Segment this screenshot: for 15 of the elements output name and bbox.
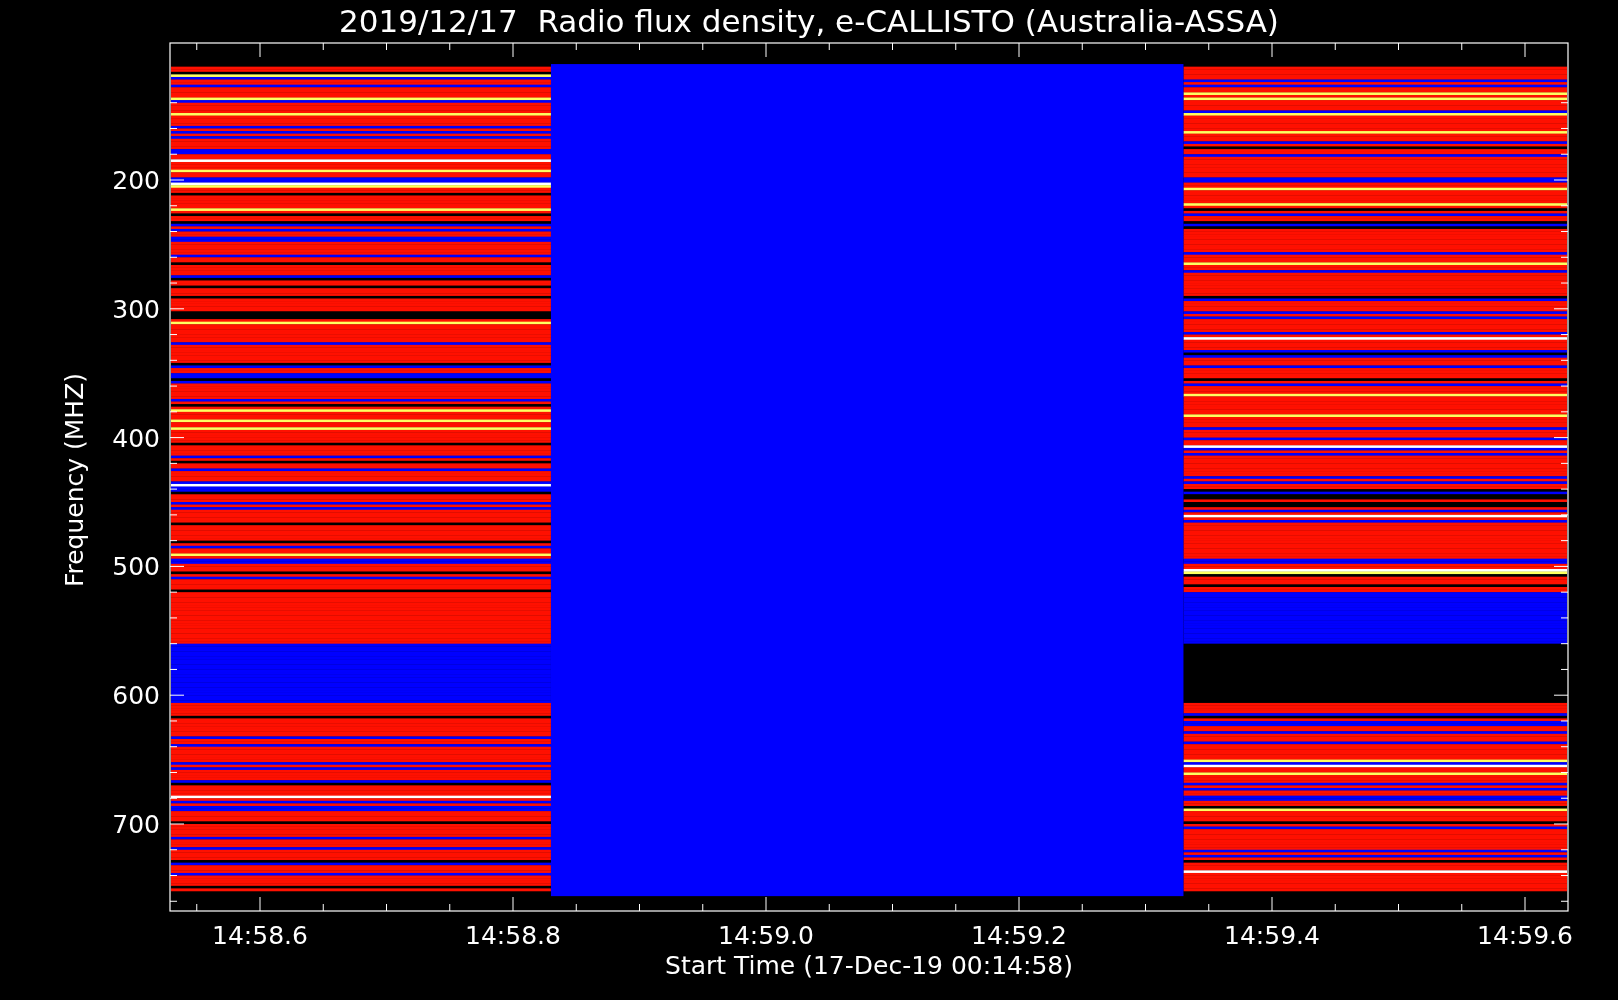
x-tick-label: 14:58.6 (212, 921, 308, 950)
y-tick-label: 400 (112, 423, 160, 453)
x-axis-label: Start Time (17-Dec-19 00:14:58) (665, 951, 1073, 980)
y-tick-label: 300 (112, 294, 160, 324)
x-tick-label: 14:58.8 (465, 921, 561, 950)
x-tick-label: 14:59.0 (718, 921, 814, 950)
y-tick-label: 700 (112, 810, 160, 839)
x-tick-label: 14:59.4 (1224, 921, 1320, 950)
x-tick-label: 14:59.2 (971, 921, 1067, 950)
x-tick-label: 14:59.6 (1477, 921, 1573, 950)
y-tick-label: 600 (112, 681, 160, 711)
y-tick-label: 500 (112, 552, 160, 582)
y-axis-label: Frequency (MHZ) (60, 372, 89, 588)
chart-title: 2019/12/17 Radio flux density, e-CALLISTO (Australia-ASSA) (339, 3, 1279, 39)
y-tick-label: 200 (112, 166, 160, 195)
